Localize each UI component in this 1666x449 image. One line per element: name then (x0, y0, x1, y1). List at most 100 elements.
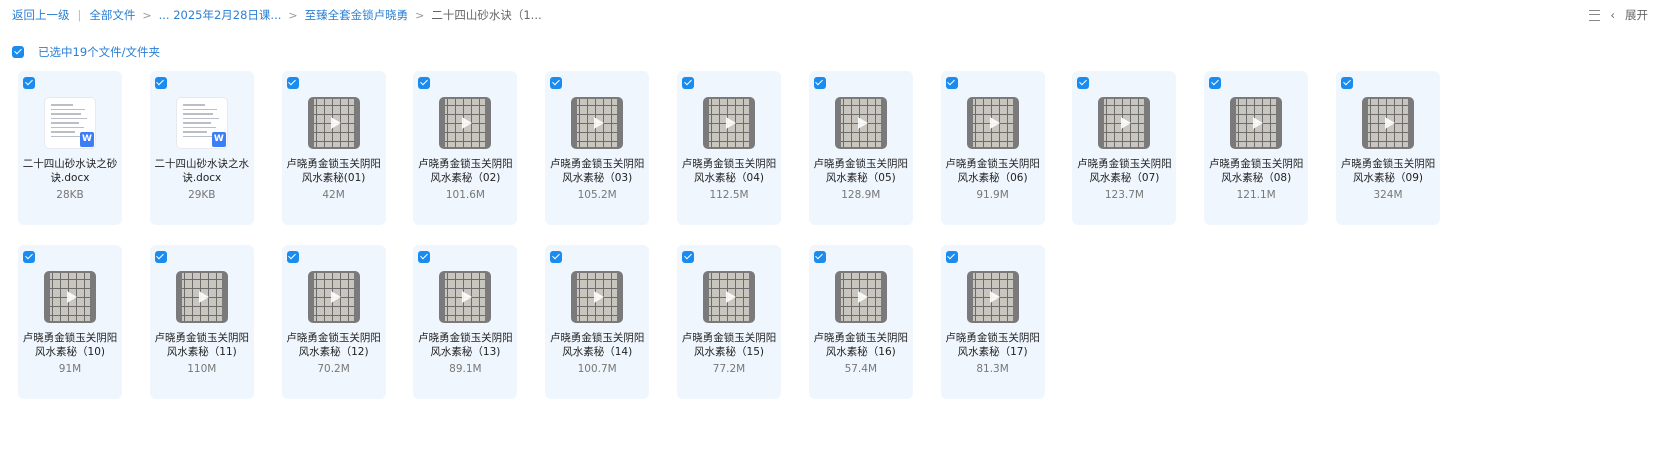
file-card[interactable]: 卢晓勇金锁玉关阴阳风水素秘(01) 42M (281, 71, 386, 225)
file-card[interactable]: 卢晓勇金锁玉关阴阳风水素秘（05) 128.9M (808, 71, 913, 225)
word-doc-icon: W (211, 132, 226, 147)
back-link[interactable]: 返回上一级 (12, 7, 70, 23)
file-name[interactable]: 卢晓勇金锁玉关阴阳风水素秘（05) (813, 157, 909, 185)
file-checkbox[interactable] (418, 251, 431, 263)
grid-line (347, 99, 349, 147)
file-name[interactable]: 卢晓勇金锁玉关阴阳风水素秘（11) (154, 331, 250, 359)
play-icon (594, 117, 605, 129)
file-size: 123.7M (1104, 189, 1144, 201)
file-card[interactable]: 卢晓勇金锁玉关阴阳风水素秘（04) 112.5M (677, 71, 781, 225)
play-icon (462, 291, 473, 303)
file-checkbox[interactable] (813, 251, 826, 263)
file-card[interactable]: 卢晓勇金锁玉关阴阳风水素秘（02) 101.6M (413, 71, 518, 225)
file-checkbox[interactable] (682, 77, 694, 89)
play-icon (1253, 117, 1264, 129)
grid-line (445, 315, 486, 316)
file-name[interactable]: 卢晓勇金锁玉关阴阳风水素秘(01) (286, 157, 382, 185)
file-checkbox[interactable] (945, 77, 958, 89)
file-card[interactable]: 卢晓勇金锁玉关阴阳风水素秘（17) 81.3M (940, 245, 1045, 399)
file-name[interactable]: 卢晓勇金锁玉关阴阳风水素秘（14) (549, 331, 645, 359)
expand-button[interactable]: 展开 (1625, 7, 1648, 23)
text-line (51, 122, 79, 124)
video-thumbnail (175, 271, 228, 323)
file-card[interactable]: 卢晓勇金锁玉关阴阳风水素秘（07) 123.7M (1072, 71, 1177, 225)
grid-line (840, 141, 881, 142)
file-checkbox[interactable] (286, 77, 299, 89)
text-line (51, 126, 84, 128)
file-name[interactable]: 卢晓勇金锁玉关阴阳风水素秘（07) (1076, 157, 1172, 185)
play-icon (857, 291, 868, 303)
file-card[interactable]: 卢晓勇金锁玉关阴阳风水素秘（08) 121.1M (1204, 71, 1309, 225)
file-card[interactable]: 卢晓勇金锁玉关阴阳风水素秘（15) 77.2M (677, 245, 781, 399)
file-card[interactable]: W 二十四山砂水诀之砂诀.docx 28KB (18, 71, 122, 225)
file-name[interactable]: 卢晓勇金锁玉关阴阳风水素秘（08) (1208, 157, 1304, 185)
file-checkbox[interactable] (23, 251, 35, 263)
grid-line (1104, 141, 1145, 142)
play-icon (726, 291, 736, 303)
file-checkbox[interactable] (286, 251, 299, 263)
video-thumbnail (571, 97, 624, 149)
play-icon (989, 117, 1000, 129)
file-checkbox[interactable] (1341, 77, 1353, 89)
list-view-icon[interactable] (1589, 9, 1601, 21)
file-checkbox[interactable] (813, 77, 826, 89)
play-icon (67, 291, 77, 303)
grid-line (479, 99, 481, 147)
file-name[interactable]: 卢晓勇金锁玉关阴阳风水素秘（06) (945, 157, 1041, 185)
file-name[interactable]: 卢晓勇金锁玉关阴阳风水素秘（10) (22, 331, 118, 359)
file-card[interactable]: 卢晓勇金锁玉关阴阳风水素秘（13) 89.1M (413, 245, 518, 399)
file-size: 110M (187, 363, 217, 375)
chevron-left-icon[interactable]: ‹ (1610, 8, 1615, 22)
file-size: 112.5M (709, 189, 749, 201)
file-checkbox[interactable] (945, 251, 958, 263)
file-name[interactable]: 卢晓勇金锁玉关阴阳风水素秘（02) (417, 157, 513, 185)
file-card[interactable]: 卢晓勇金锁玉关阴阳风水素秘（06) 91.9M (940, 71, 1045, 225)
file-checkbox[interactable] (682, 251, 694, 263)
file-name[interactable]: 二十四山砂水诀之砂诀.docx (22, 157, 118, 185)
breadcrumb-divider: | (77, 8, 82, 22)
file-card[interactable]: 卢晓勇金锁玉关阴阳风水素秘（09) 324M (1336, 71, 1440, 225)
breadcrumb-current: 二十四山砂水诀（1... (431, 8, 542, 22)
file-checkbox[interactable] (550, 251, 563, 263)
file-name[interactable]: 卢晓勇金锁玉关阴阳风水素秘（04) (681, 157, 777, 185)
file-name[interactable]: 卢晓勇金锁玉关阴阳风水素秘（15) (681, 331, 777, 359)
file-card[interactable]: 卢晓勇金锁玉关阴阳风水素秘（03) 105.2M (545, 71, 650, 225)
grid-line (84, 273, 85, 321)
document-thumbnail: W (175, 97, 228, 149)
file-checkbox[interactable] (418, 77, 431, 89)
breadcrumb-series-folder[interactable]: 至臻全套金锁卢晓勇 (305, 7, 409, 23)
video-thumbnail (703, 271, 755, 323)
file-checkbox[interactable] (23, 77, 35, 89)
file-card[interactable]: W 二十四山砂水诀之水诀.docx 29KB (149, 71, 254, 225)
file-size: 29KB (188, 189, 216, 201)
word-doc-icon: W (80, 132, 94, 147)
file-card[interactable]: 卢晓勇金锁玉关阴阳风水素秘（12) 70.2M (281, 245, 386, 399)
breadcrumb-course-folder[interactable]: ... 2025年2月28日课... (159, 7, 282, 23)
file-card[interactable]: 卢晓勇金锁玉关阴阳风水素秘（14) 100.7M (545, 245, 650, 399)
file-name[interactable]: 卢晓勇金锁玉关阴阳风水素秘（13) (417, 331, 513, 359)
file-checkbox[interactable] (154, 77, 167, 89)
grid-line (577, 315, 618, 316)
file-name[interactable]: 卢晓勇金锁玉关阴阳风水素秘（17) (945, 331, 1041, 359)
file-card[interactable]: 卢晓勇金锁玉关阴阳风水素秘（16) 57.4M (808, 245, 913, 399)
grid-line (743, 273, 744, 321)
video-thumbnail (307, 271, 360, 323)
grid-line (972, 141, 1013, 142)
select-all-checkbox[interactable] (12, 46, 24, 58)
breadcrumb-all-files[interactable]: 全部文件 (89, 7, 135, 23)
file-name[interactable]: 卢晓勇金锁玉关阴阳风水素秘（12) (286, 331, 382, 359)
file-name[interactable]: 卢晓勇金锁玉关阴阳风水素秘（16) (813, 331, 909, 359)
view-tools: ‹ 展开 (1579, 7, 1648, 23)
file-name[interactable]: 卢晓勇金锁玉关阴阳风水素秘（03) (549, 157, 645, 185)
file-checkbox[interactable] (154, 251, 167, 263)
file-checkbox[interactable] (1077, 77, 1090, 89)
file-checkbox[interactable] (1209, 77, 1222, 89)
file-card[interactable]: 卢晓勇金锁玉关阴阳风水素秘（10) 91M (18, 245, 122, 399)
file-checkbox[interactable] (550, 77, 563, 89)
text-line (182, 126, 216, 128)
file-card[interactable]: 卢晓勇金锁玉关阴阳风水素秘（11) 110M (149, 245, 254, 399)
video-thumbnail (703, 97, 755, 149)
file-name[interactable]: 卢晓勇金锁玉关阴阳风水素秘（09) (1340, 157, 1436, 185)
text-line (51, 104, 73, 106)
file-name[interactable]: 二十四山砂水诀之水诀.docx (154, 157, 250, 185)
